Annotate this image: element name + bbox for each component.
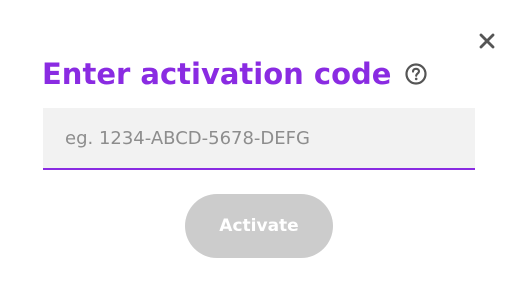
- activate-button-label: Activate: [219, 216, 299, 236]
- question-circle-icon: [405, 63, 428, 85]
- activate-button[interactable]: Activate: [185, 194, 333, 258]
- activation-code-field: [43, 108, 475, 170]
- close-icon: [479, 33, 495, 49]
- title-row: Enter activation code: [42, 56, 428, 92]
- help-button[interactable]: [405, 63, 428, 85]
- close-button[interactable]: [473, 27, 501, 55]
- activation-code-input[interactable]: [43, 108, 475, 168]
- dialog-title: Enter activation code: [42, 57, 392, 91]
- activation-dialog: Enter activation code Activate: [0, 0, 518, 302]
